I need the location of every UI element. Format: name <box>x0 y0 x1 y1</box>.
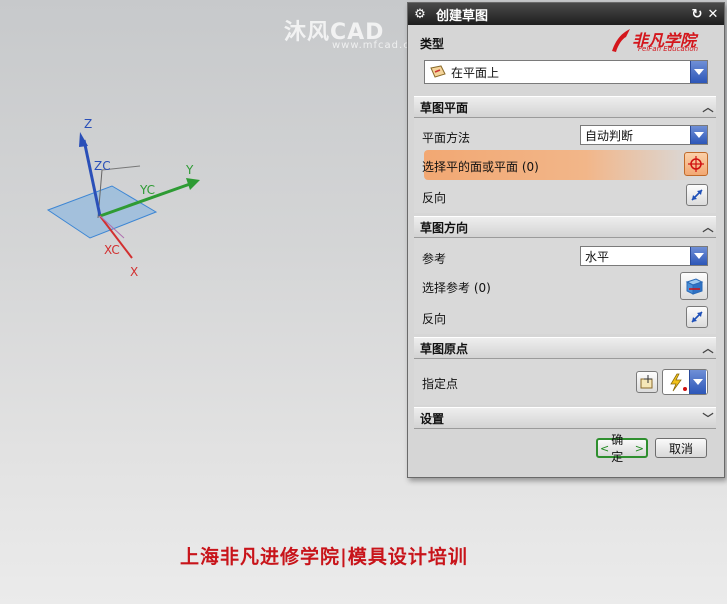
chevron-down-icon[interactable] <box>690 247 707 265</box>
orientation-reverse-label: 反向 <box>422 312 447 326</box>
reverse-direction-icon <box>691 311 703 323</box>
select-face-label: 选择平的面或平面 (0) <box>422 160 539 174</box>
sketch-orientation-body: 参考 水平 选择参考 (0) 反向 <box>414 238 716 334</box>
sketch-plane-label: 草图平面 <box>420 100 469 115</box>
chevron-down-icon[interactable] <box>690 61 707 83</box>
type-section-header[interactable]: 类型 <box>414 33 716 53</box>
zc-label: ZC <box>94 159 111 173</box>
sketch-plane-header[interactable]: 草图平面 ︿ <box>414 96 716 118</box>
sketch-orientation-label: 草图方向 <box>420 220 469 235</box>
collapse-icon[interactable]: ︿ <box>700 340 716 356</box>
plane-icon <box>430 65 446 78</box>
cancel-button[interactable]: 取消 <box>655 438 707 458</box>
chevron-down-icon[interactable] <box>690 126 707 144</box>
datum-csys[interactable]: Z ZC Y YC XC X <box>40 110 260 310</box>
xc-label: XC <box>104 243 120 257</box>
create-sketch-dialog: ⚙ 创建草图 ↻ ✕ 非凡学院 FeiFan Education 类型 在平面上… <box>407 2 725 478</box>
ok-button-label: 确定 <box>611 433 624 464</box>
point-dialog-button[interactable] <box>636 371 658 393</box>
arrow-left-icon: < <box>600 441 610 455</box>
close-icon[interactable]: ✕ <box>705 6 721 22</box>
z-label: Z <box>84 117 92 131</box>
plane-reverse-label: 反向 <box>422 191 447 205</box>
select-face-button[interactable] <box>684 152 708 176</box>
plane-method-label: 平面方法 <box>422 131 471 145</box>
reference-label: 参考 <box>422 252 447 266</box>
sketch-origin-body: 指定点 <box>414 359 716 405</box>
dialog-title: 创建草图 <box>436 8 489 24</box>
type-select[interactable]: 在平面上 <box>424 60 708 84</box>
y-label: Y <box>185 163 194 177</box>
training-caption: 上海非凡进修学院|模具设计培训 <box>180 546 468 568</box>
cancel-button-label: 取消 <box>668 441 693 456</box>
reference-value: 水平 <box>585 249 610 264</box>
sketch-origin-header[interactable]: 草图原点 ︿ <box>414 337 716 359</box>
reverse-direction-icon <box>691 189 703 201</box>
crosshair-icon <box>688 156 704 172</box>
settings-header[interactable]: 设置 ﹀ <box>414 407 716 429</box>
plane-method-value: 自动判断 <box>585 128 634 143</box>
plane-reverse-button[interactable] <box>686 184 708 206</box>
chevron-down-icon[interactable] <box>689 370 706 394</box>
settings-label: 设置 <box>420 411 445 426</box>
collapse-icon[interactable]: ︿ <box>700 99 716 115</box>
specify-point-label: 指定点 <box>422 377 459 391</box>
type-section-label: 类型 <box>420 36 445 51</box>
sketch-orientation-header[interactable]: 草图方向 ︿ <box>414 216 716 238</box>
dialog-titlebar[interactable]: ⚙ 创建草图 ↻ ✕ <box>408 3 724 25</box>
reset-icon[interactable]: ↻ <box>689 6 705 22</box>
arrow-right-icon: > <box>634 441 644 455</box>
expand-icon[interactable]: ﹀ <box>700 410 716 426</box>
x-label: X <box>130 265 138 279</box>
gear-icon[interactable]: ⚙ <box>412 6 428 22</box>
select-reference-label: 选择参考 (0) <box>422 281 491 295</box>
type-value: 在平面上 <box>451 65 500 80</box>
plane-method-select[interactable]: 自动判断 <box>580 125 708 145</box>
point-constructor-icon <box>640 375 653 389</box>
orientation-reverse-button[interactable] <box>686 306 708 328</box>
sketch-origin-label: 草图原点 <box>420 341 469 356</box>
point-type-select[interactable] <box>662 369 708 395</box>
inferred-point-icon <box>670 373 687 392</box>
collapse-icon[interactable]: ︿ <box>700 219 716 235</box>
select-reference-button[interactable] <box>680 272 708 300</box>
yc-label: YC <box>139 183 155 197</box>
cube-icon <box>685 278 704 295</box>
ok-button[interactable]: < 确定 > <box>596 433 648 464</box>
sketch-plane-body: 平面方法 自动判断 选择平的面或平面 (0) 反向 <box>414 118 716 213</box>
reference-select[interactable]: 水平 <box>580 246 708 266</box>
